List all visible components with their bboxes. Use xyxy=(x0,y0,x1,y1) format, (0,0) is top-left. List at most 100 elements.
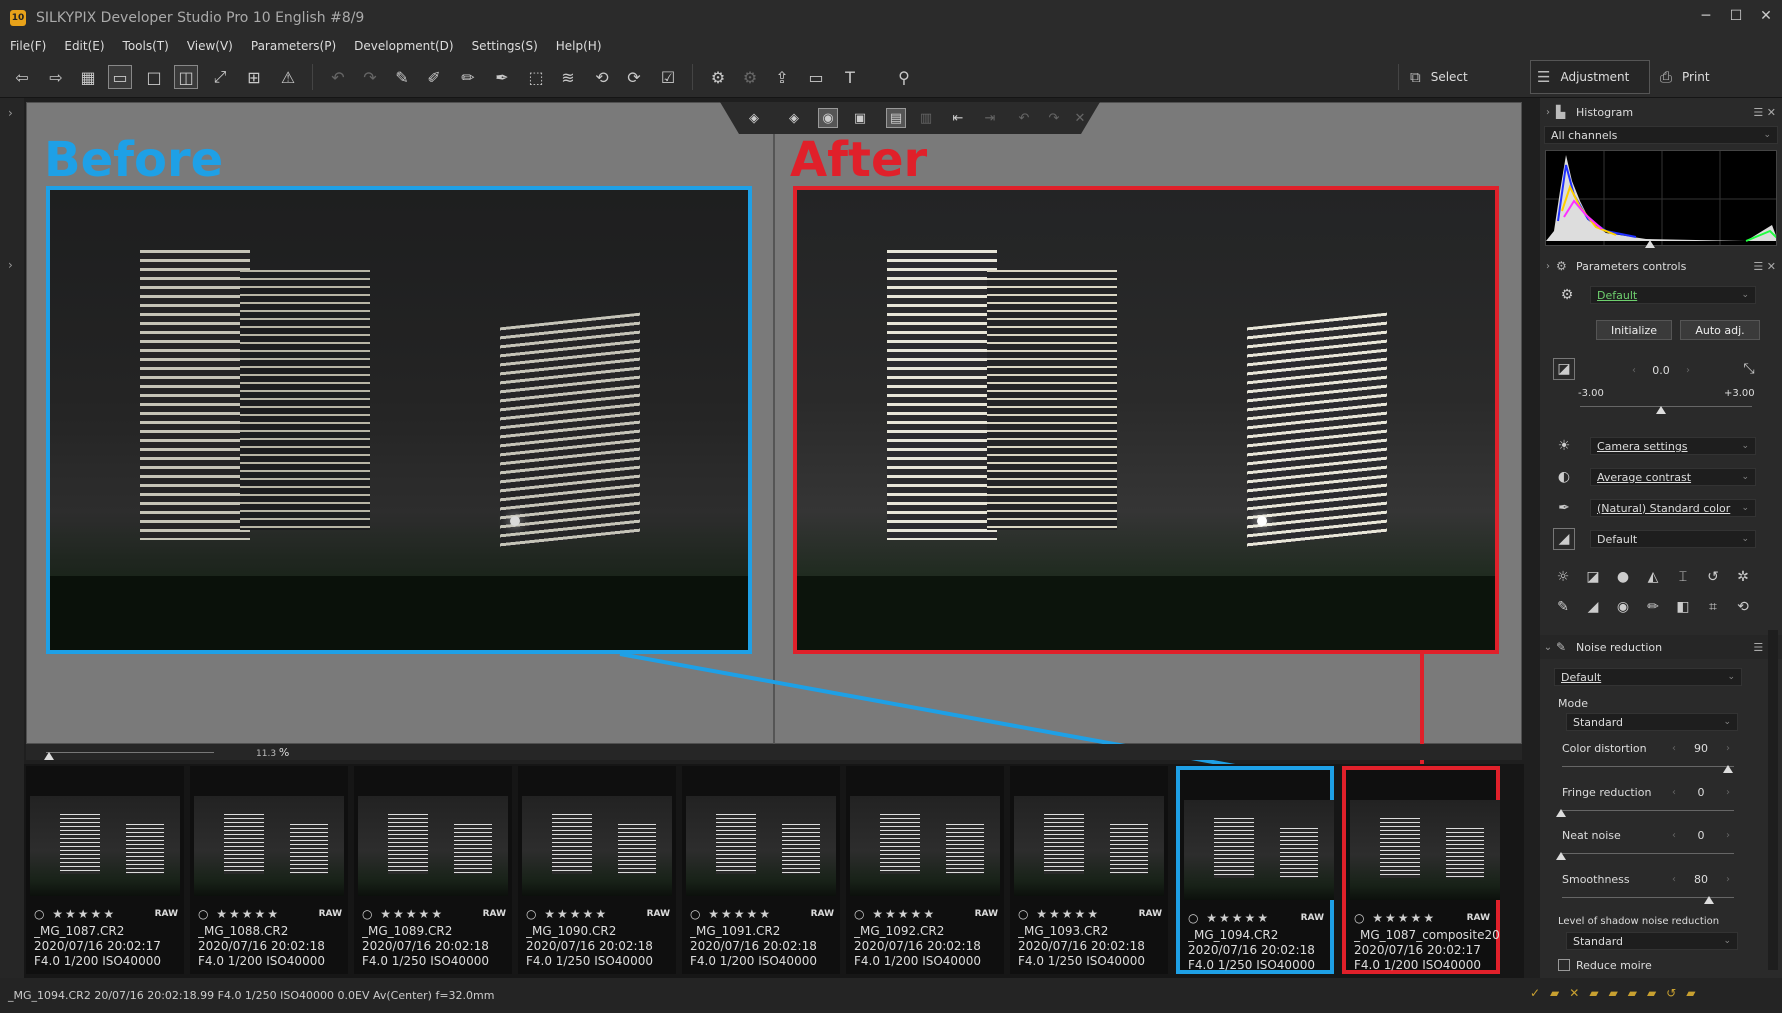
neat-noise-knob[interactable] xyxy=(1556,852,1566,860)
rating-stars[interactable]: ○ ★★★★★ xyxy=(198,907,280,921)
sharpness-icon[interactable]: ◢ xyxy=(1553,528,1575,550)
thumbnail[interactable]: ○ ★★★★★ RAW _MG_1087.CR2 2020/07/16 20:0… xyxy=(26,766,184,974)
gradient-tool-icon[interactable]: ◢ xyxy=(1582,596,1604,618)
fringe-reduction-knob[interactable] xyxy=(1556,809,1566,817)
color-distortion-knob[interactable] xyxy=(1723,765,1733,773)
panel-scrollbar[interactable] xyxy=(1768,630,1778,970)
exposure-slider-track[interactable] xyxy=(1580,406,1752,407)
sparkle-tool-icon[interactable]: ✲ xyxy=(1732,566,1754,588)
thumbnail[interactable]: ○ ★★★★★ RAW _MG_1091.CR2 2020/07/16 20:0… xyxy=(682,766,840,974)
neat-noise-label: Neat noise xyxy=(1562,829,1621,842)
histogram-channel-select[interactable]: All channels ⌄ xyxy=(1544,126,1778,144)
thumbnail-selected-before[interactable]: ○ ★★★★★ RAW _MG_1094.CR2 2020/07/16 20:0… xyxy=(1176,766,1334,974)
status-text: _MG_1094.CR2 20/07/16 20:02:18.99 F4.0 1… xyxy=(8,989,495,1002)
auto-adjust-button[interactable]: Auto adj. xyxy=(1680,320,1760,340)
gear-icon[interactable]: ⚙ xyxy=(1556,284,1578,306)
panel-menu-close-icon[interactable]: ☰ ✕ xyxy=(1753,106,1776,119)
chevron-left-icon[interactable]: ‹ xyxy=(1672,874,1676,885)
eye-tool-icon[interactable]: ◉ xyxy=(1612,596,1634,618)
rating-stars[interactable]: ○ ★★★★★ xyxy=(34,907,116,921)
white-balance-select[interactable]: Camera settings ⌄ xyxy=(1590,437,1756,455)
chevron-left-icon[interactable]: ‹ xyxy=(1672,830,1676,841)
white-balance-value: Camera settings xyxy=(1597,439,1688,453)
status-bar: _MG_1094.CR2 20/07/16 20:02:18.99 F4.0 1… xyxy=(0,978,1782,1013)
fringe-reduction-box[interactable]: ‹ 0 › xyxy=(1668,784,1734,800)
shadow-noise-select[interactable]: Standard ⌄ xyxy=(1566,932,1738,950)
collapse-chevron-icon[interactable]: ⌄ xyxy=(1540,642,1556,653)
thumbnail-exposure: F4.0 1/250 ISO40000 xyxy=(1018,954,1145,968)
noise-preset-select[interactable]: Default ⌄ xyxy=(1554,668,1742,686)
rating-stars[interactable]: ○ ★★★★★ xyxy=(1354,911,1436,925)
rating-stars[interactable]: ○ ★★★★★ xyxy=(362,907,444,921)
neat-noise-track[interactable] xyxy=(1562,853,1734,854)
chevron-right-icon[interactable]: › xyxy=(1726,874,1730,885)
color-select[interactable]: (Natural) Standard color ⌄ xyxy=(1590,499,1756,517)
tone-icon[interactable]: ◐ xyxy=(1553,466,1575,488)
chevron-left-icon[interactable]: ‹ xyxy=(1672,743,1676,754)
exposure-value-box[interactable]: ‹ 0.0 › xyxy=(1628,362,1694,378)
dropper-tool-icon[interactable]: ◭ xyxy=(1642,566,1664,588)
rating-stars[interactable]: ○ ★★★★★ xyxy=(1018,907,1100,921)
exposure-icon[interactable]: ◪ xyxy=(1553,358,1575,380)
sphere-tool-icon[interactable]: ● xyxy=(1612,566,1634,588)
smoothness-knob[interactable] xyxy=(1704,896,1714,904)
noise-reduction-title: Noise reduction xyxy=(1576,640,1663,654)
brush-tool-icon[interactable]: ✎ xyxy=(1552,596,1574,618)
panel-menu-close-icon[interactable]: ☰ ✕ xyxy=(1753,260,1776,273)
params-header[interactable]: › ⚙ Parameters controls ☰ ✕ xyxy=(1540,254,1782,278)
thumbnail[interactable]: ○ ★★★★★ RAW _MG_1089.CR2 2020/07/16 20:0… xyxy=(354,766,512,974)
thumbnail-image xyxy=(194,796,344,896)
viewer-scrollbar[interactable] xyxy=(26,744,1522,760)
noise-reduction-header[interactable]: ⌄ ✎ Noise reduction ☰ ✕ xyxy=(1540,635,1782,659)
rating-stars[interactable]: ○ ★★★★★ xyxy=(690,907,772,921)
thumbnail[interactable]: ○ ★★★★★ RAW _MG_1093.CR2 2020/07/16 20:0… xyxy=(1010,766,1168,974)
stamp-tool-icon[interactable]: ◧ xyxy=(1672,596,1694,618)
white-balance-icon[interactable]: ☀ xyxy=(1553,435,1575,457)
chevron-right-icon[interactable]: › xyxy=(1726,743,1730,754)
zoom-slider-knob[interactable] xyxy=(44,752,54,760)
exposure-slider-knob[interactable] xyxy=(1656,406,1666,414)
status-icons[interactable]: ✓▰✕▰▰▰▰↺▰ xyxy=(1530,986,1706,1000)
chevron-right-icon[interactable]: › xyxy=(1686,365,1690,376)
reduce-moire-checkbox[interactable] xyxy=(1558,959,1570,971)
chevron-left-icon[interactable]: ‹ xyxy=(1672,787,1676,798)
perspective-tool-icon[interactable]: ⟲ xyxy=(1732,596,1754,618)
rating-stars[interactable]: ○ ★★★★★ xyxy=(526,907,608,921)
color-distortion-track[interactable] xyxy=(1562,766,1734,767)
thumbnail-filename: _MG_1089.CR2 xyxy=(362,924,453,938)
color-icon[interactable]: ✒ xyxy=(1553,497,1575,519)
thumbnail[interactable]: ○ ★★★★★ RAW _MG_1088.CR2 2020/07/16 20:0… xyxy=(190,766,348,974)
histogram-header[interactable]: › ▙ Histogram ☰ ✕ xyxy=(1540,100,1782,124)
resize-tool-icon[interactable]: ⌶ xyxy=(1672,566,1694,588)
neat-noise-box[interactable]: ‹ 0 › xyxy=(1668,827,1734,843)
thumbnail[interactable]: ○ ★★★★★ RAW _MG_1090.CR2 2020/07/16 20:0… xyxy=(518,766,676,974)
rating-stars[interactable]: ○ ★★★★★ xyxy=(854,907,936,921)
smoothness-box[interactable]: ‹ 80 › xyxy=(1668,871,1734,887)
rating-stars[interactable]: ○ ★★★★★ xyxy=(1188,911,1270,925)
sharpness-select[interactable]: Default ⌄ xyxy=(1590,530,1756,548)
fringe-reduction-track[interactable] xyxy=(1562,810,1734,811)
params-preset-select[interactable]: Default ⌄ xyxy=(1590,286,1756,304)
thumbnail-selected-after[interactable]: ○ ★★★★★ RAW _MG_1087_composite2020 2020/… xyxy=(1342,766,1500,974)
chevron-right-icon[interactable]: › xyxy=(1726,787,1730,798)
chevron-left-icon[interactable]: ‹ xyxy=(1632,365,1636,376)
color-distortion-box[interactable]: ‹ 90 › xyxy=(1668,740,1734,756)
pen-tool-icon[interactable]: ✏ xyxy=(1642,596,1664,618)
collapse-chevron-icon[interactable]: › xyxy=(1540,107,1556,118)
rotate-tool-icon[interactable]: ↺ xyxy=(1702,566,1724,588)
zoom-slider-track[interactable] xyxy=(46,752,214,753)
thumbnail-exposure: F4.0 1/250 ISO40000 xyxy=(362,954,489,968)
thumbnail-image xyxy=(522,796,672,896)
tone-select[interactable]: Average contrast ⌄ xyxy=(1590,468,1756,486)
crop-tool-icon[interactable]: ⌗ xyxy=(1702,596,1724,618)
collapse-chevron-icon[interactable]: › xyxy=(1540,261,1556,272)
thumbnail-exposure: F4.0 1/250 ISO40000 xyxy=(1188,958,1315,972)
curve-tool-icon[interactable]: ◪ xyxy=(1582,566,1604,588)
exposure-auto-icon[interactable]: ⤡ xyxy=(1738,358,1760,380)
thumbnail[interactable]: ○ ★★★★★ RAW _MG_1092.CR2 2020/07/16 20:0… xyxy=(846,766,1004,974)
mode-select[interactable]: Standard ⌄ xyxy=(1566,713,1738,731)
initialize-button[interactable]: Initialize xyxy=(1596,320,1672,340)
brightness-tool-icon[interactable]: ☼ xyxy=(1552,566,1574,588)
raw-badge: RAW xyxy=(482,909,506,919)
chevron-right-icon[interactable]: › xyxy=(1726,830,1730,841)
